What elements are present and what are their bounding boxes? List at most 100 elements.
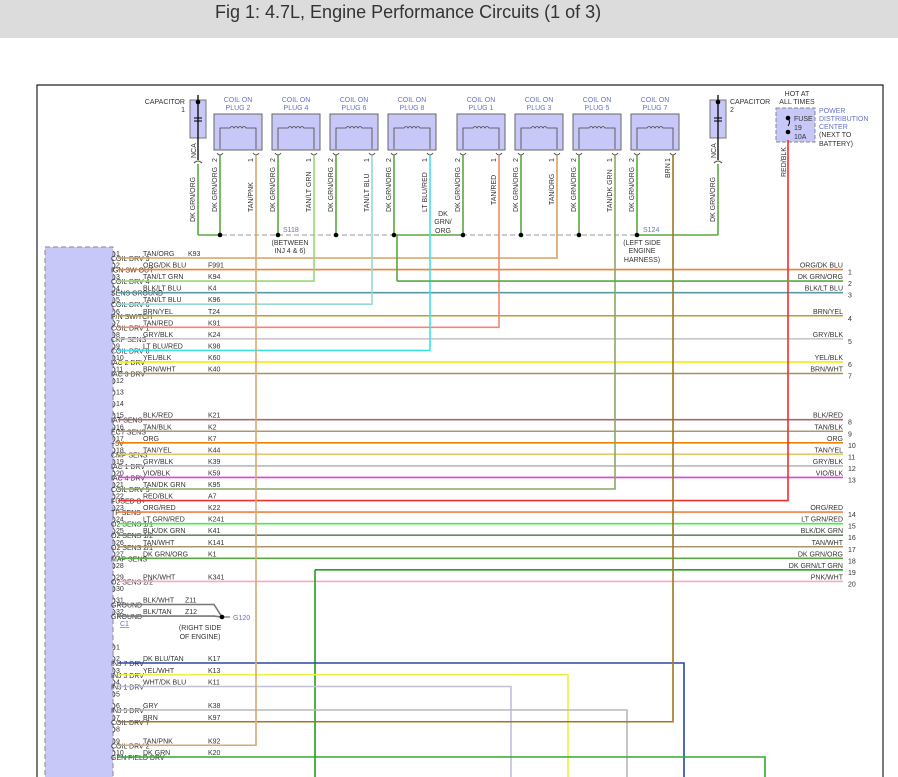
wire-color-label: BRN xyxy=(143,715,158,722)
capacitor-label: CAPACITOR xyxy=(145,99,185,106)
right-wire-label: DK GRN/ORG xyxy=(798,551,843,558)
wire-label: RED/BLK xyxy=(781,147,788,177)
coil-title: COIL ON xyxy=(340,97,369,104)
splice-wire-label: DK xyxy=(438,211,448,218)
wire-color-label: BRN/YEL xyxy=(143,309,173,316)
wire-color-label: TAN/YEL xyxy=(143,447,172,454)
right-wire-label: ORG/DK BLU xyxy=(800,263,843,270)
wire-color-label: DK GRN xyxy=(143,750,170,757)
circuit-number: K4 xyxy=(208,286,217,293)
wire-c2-pin-9 xyxy=(118,155,257,747)
splice-dot xyxy=(634,232,640,238)
capacitor-number: 1 xyxy=(181,107,185,114)
wire-color-label: LT BLU/RED xyxy=(143,343,183,350)
right-wire-label: BLK/DK GRN xyxy=(801,528,843,535)
pin-function: GROUND xyxy=(111,614,142,621)
coil-title: PLUG 2 xyxy=(226,105,251,112)
circuit-number: F991 xyxy=(208,263,224,270)
wire-label: TAN/ORG xyxy=(549,174,556,205)
circuit-number: K241 xyxy=(208,517,224,524)
coil-title: PLUG 8 xyxy=(400,105,425,112)
circuit-number: K98 xyxy=(208,343,221,350)
pin-number: 1 xyxy=(607,158,614,162)
right-wire-label: BLK/RED xyxy=(813,413,843,420)
connector-icon xyxy=(459,152,503,156)
right-pin-number: 19 xyxy=(848,570,856,577)
right-pin-number: 7 xyxy=(848,374,852,381)
splice-location: ENGINE xyxy=(629,248,656,255)
coil-title: PLUG 1 xyxy=(469,105,494,112)
wire-color-label: LT GRN/RED xyxy=(143,517,185,524)
pin-number: 2 xyxy=(455,158,462,162)
wire-label: DK GRN/ORG xyxy=(386,167,393,212)
splice-location: HARNESS) xyxy=(624,257,660,264)
coil-title: COIL ON xyxy=(525,97,554,104)
pdc-location: BATTERY) xyxy=(819,141,853,148)
wire-pin-1 xyxy=(118,155,558,259)
wire-label: TAN/DK GRN xyxy=(607,169,614,212)
wire-label: LT BLU/RED xyxy=(422,172,429,212)
right-wire-label: BRN/WHT xyxy=(810,367,843,374)
wire-color-label: GRY/BLK xyxy=(143,459,174,466)
ground-point-icon xyxy=(219,614,225,620)
capacitor-label: CAPACITOR xyxy=(730,99,770,106)
right-wire-label: VIO/BLK xyxy=(816,470,844,477)
circuit-number: K24 xyxy=(208,332,221,339)
splice-location: (LEFT SIDE xyxy=(623,240,661,247)
wire-color-label: TAN/PNK xyxy=(143,738,173,745)
pdc-location: (NEXT TO xyxy=(819,132,852,139)
pin-number: 2 xyxy=(328,158,335,162)
right-pin-number: 6 xyxy=(848,362,852,369)
wire-label: DK GRN/ORG xyxy=(270,167,277,212)
coil-on-plug-plug-3 xyxy=(514,113,564,151)
right-wire-label: ORG/RED xyxy=(810,505,843,512)
coil-on-plug-plug-8 xyxy=(387,113,437,151)
wire-color-label: TAN/BLK xyxy=(143,424,172,431)
wire-color-label: VIO/BLK xyxy=(143,470,171,477)
wire-color-label: ORG/DK BLU xyxy=(143,263,186,270)
coil-title: PLUG 5 xyxy=(585,105,610,112)
right-wire-label: PNK/WHT xyxy=(811,574,844,581)
right-wire-label: DK GRN/LT GRN xyxy=(789,563,843,570)
wire-color-label: BRN/WHT xyxy=(143,367,176,374)
splice-id-s118: S118 xyxy=(283,227,299,234)
connector-icon xyxy=(193,160,203,164)
right-wire-label: GRY/BLK xyxy=(813,459,844,466)
right-wire-label: GRY/BLK xyxy=(813,332,844,339)
coil-on-plug-plug-2 xyxy=(213,113,263,151)
circuit-number: K59 xyxy=(208,470,221,477)
pin-number: 1 xyxy=(549,158,556,162)
right-wire-label: TAN/WHT xyxy=(812,540,844,547)
hot-at-all-times: HOT AT xyxy=(785,91,810,98)
connector-label-c1: C1 xyxy=(120,621,129,628)
circuit-number: K44 xyxy=(208,447,221,454)
fuse-terminal xyxy=(785,115,791,121)
circuit-number: K41 xyxy=(208,528,221,535)
right-pin-number: 5 xyxy=(848,339,852,346)
wire-label: BRN xyxy=(665,163,672,178)
coil-title: PLUG 4 xyxy=(284,105,309,112)
wire-color-label: TAN/LT BLU xyxy=(143,297,182,304)
connector-icon xyxy=(633,152,677,156)
circuit-number: K7 xyxy=(208,436,217,443)
splice-id-s124: S124 xyxy=(643,227,659,234)
wire-color-label: TAN/LT GRN xyxy=(143,274,183,281)
circuit-number: K1 xyxy=(208,551,217,558)
coil-title: COIL ON xyxy=(467,97,496,104)
circuit-number: K38 xyxy=(208,703,221,710)
wire-color-label: BLK/RED xyxy=(143,413,173,420)
wire-label: DK GRN/ORG xyxy=(190,177,197,222)
coil-on-plug-plug-6 xyxy=(329,113,379,151)
pin-number: 1 xyxy=(422,158,429,162)
circuit-number: K13 xyxy=(208,668,221,675)
splice-location: INJ 4 & 6) xyxy=(274,248,305,255)
wire-color-label: DK BLU/TAN xyxy=(143,656,184,663)
right-pin-number: 8 xyxy=(848,420,852,427)
pin-number: 1 xyxy=(248,158,255,162)
coil-title: COIL ON xyxy=(224,97,253,104)
pin-number: 14 xyxy=(116,401,124,408)
wire-label: TAN/RED xyxy=(491,175,498,205)
circuit-number: K21 xyxy=(208,413,221,420)
circuit-number: K20 xyxy=(208,750,221,757)
pin-number: 12 xyxy=(116,378,124,385)
